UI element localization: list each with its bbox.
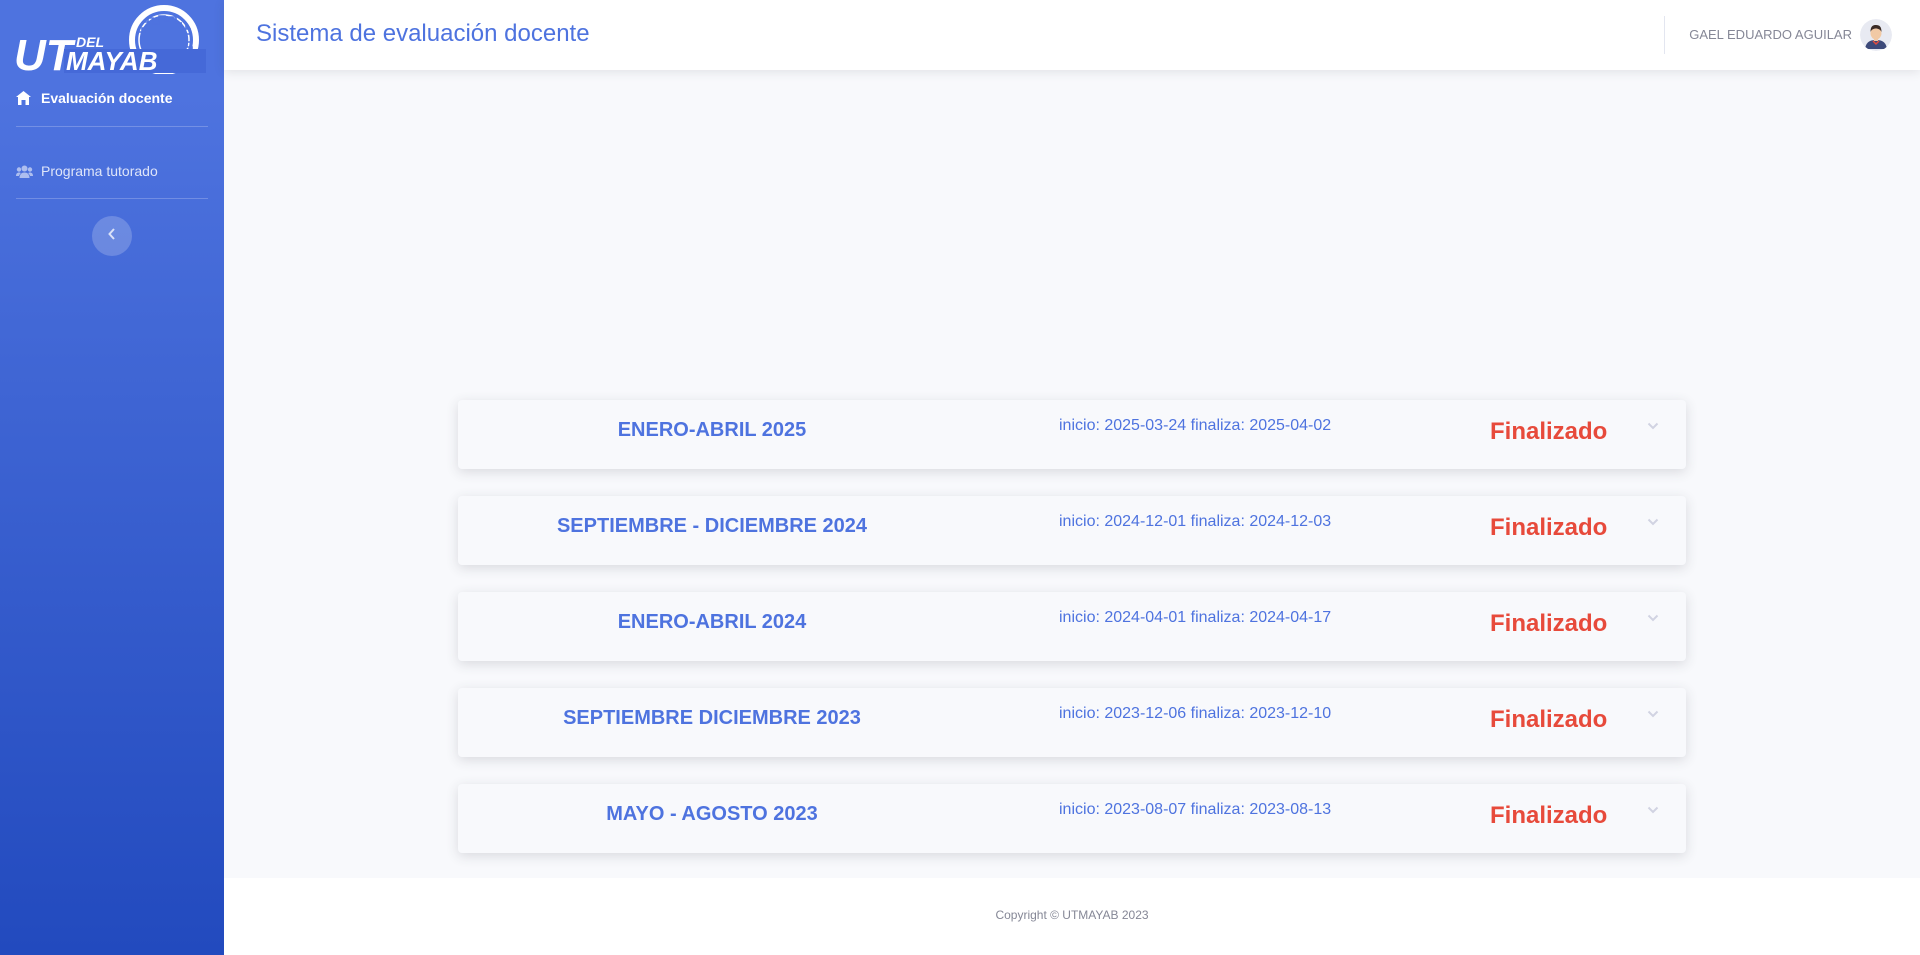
evaluation-card[interactable]: SEPTIEMBRE - DICIEMBRE 2024 inicio: 2024…: [458, 496, 1686, 565]
evaluation-card[interactable]: ENERO-ABRIL 2025 inicio: 2025-03-24 fina…: [458, 400, 1686, 469]
page-title: Sistema de evaluación docente: [256, 20, 590, 47]
evaluation-period-title: SEPTIEMBRE - DICIEMBRE 2024: [556, 515, 868, 537]
sidebar-item-label: Programa tutorado: [41, 163, 158, 179]
sidebar-item-label: Evaluación docente: [41, 90, 173, 106]
status-badge: Finalizado: [1490, 706, 1608, 733]
evaluation-period-title: ENERO-ABRIL 2025: [617, 419, 807, 441]
evaluation-dates: inicio: 2023-12-06 finaliza: 2023-12-10: [1059, 705, 1332, 722]
chevron-left-icon: [108, 227, 116, 245]
topbar-divider: [1664, 16, 1665, 54]
chevron-down-icon[interactable]: [1646, 706, 1660, 718]
topbar: Sistema de evaluación docente GAEL EDUAR…: [224, 0, 1920, 70]
status-badge: Finalizado: [1490, 514, 1608, 541]
evaluation-period-title: MAYO - AGOSTO 2023: [606, 803, 818, 825]
status-badge: Finalizado: [1490, 418, 1608, 445]
copyright-text: Copyright © UTMAYAB 2023: [995, 908, 1149, 922]
evaluation-card[interactable]: ENERO-ABRIL 2024 inicio: 2024-04-01 fina…: [458, 592, 1686, 661]
evaluation-card[interactable]: MAYO - AGOSTO 2023 inicio: 2023-08-07 fi…: [458, 784, 1686, 853]
chevron-down-icon[interactable]: [1646, 514, 1660, 526]
evaluation-dates: inicio: 2024-04-01 finaliza: 2024-04-17: [1059, 609, 1332, 626]
utmayab-logo: UT DEL MAYAB: [14, 5, 206, 80]
sidebar: UT DEL MAYAB Evaluación docente Programa…: [0, 0, 224, 955]
user-avatar-icon[interactable]: [1860, 19, 1892, 51]
chevron-down-icon[interactable]: [1646, 610, 1660, 622]
status-badge: Finalizado: [1490, 802, 1608, 829]
sidebar-toggle-button[interactable]: [92, 216, 132, 256]
svg-text:MAYAB: MAYAB: [66, 46, 157, 74]
sidebar-item-evaluacion-docente[interactable]: Evaluación docente: [16, 86, 208, 110]
evaluation-dates: inicio: 2025-03-24 finaliza: 2025-04-02: [1059, 417, 1332, 434]
evaluation-period-title: ENERO-ABRIL 2024: [617, 611, 807, 633]
chevron-down-icon[interactable]: [1646, 802, 1660, 814]
sidebar-item-programa-tutorado[interactable]: Programa tutorado: [16, 159, 208, 183]
sidebar-divider: [16, 126, 208, 127]
evaluation-period-title: SEPTIEMBRE DICIEMBRE 2023: [563, 707, 861, 729]
status-badge: Finalizado: [1490, 610, 1608, 637]
brand-logo[interactable]: UT DEL MAYAB: [14, 2, 210, 80]
evaluation-dates: inicio: 2024-12-01 finaliza: 2024-12-03: [1059, 513, 1332, 530]
user-name[interactable]: GAEL EDUARDO AGUILAR: [1689, 27, 1852, 42]
chevron-down-icon[interactable]: [1646, 418, 1660, 430]
evaluation-dates: inicio: 2023-08-07 finaliza: 2023-08-13: [1059, 801, 1332, 818]
footer: Copyright © UTMAYAB 2023: [224, 878, 1920, 955]
sidebar-divider: [16, 198, 208, 199]
users-icon: [16, 163, 34, 179]
home-icon: [16, 90, 34, 106]
evaluation-card[interactable]: SEPTIEMBRE DICIEMBRE 2023 inicio: 2023-1…: [458, 688, 1686, 757]
